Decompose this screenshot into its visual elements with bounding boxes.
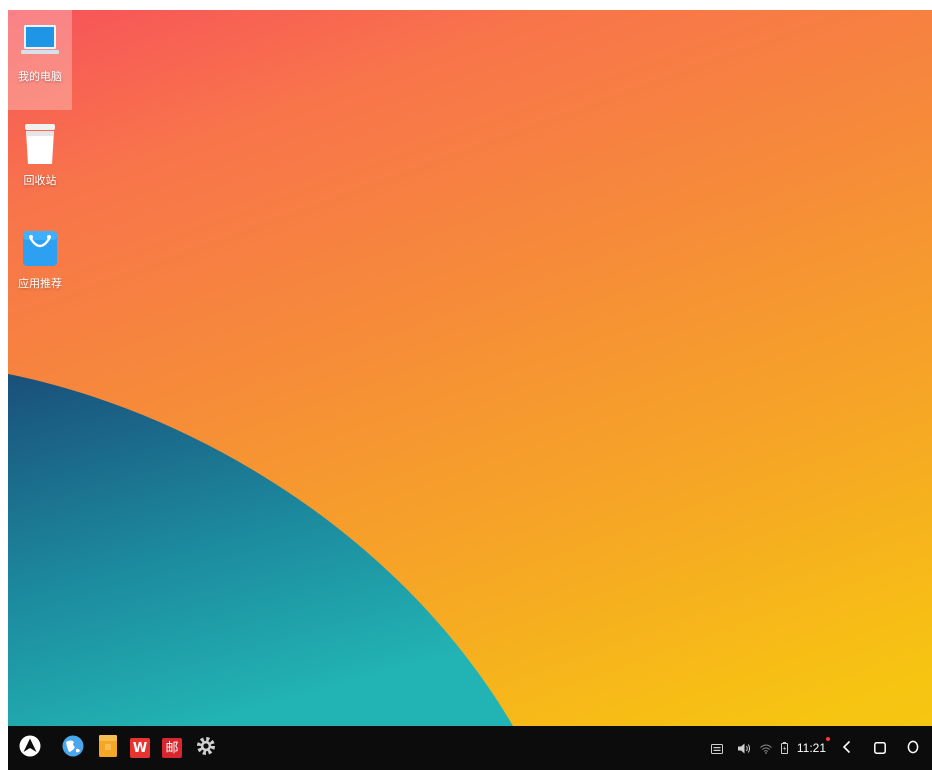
recents-circle-icon	[907, 739, 919, 758]
browser-globe-icon	[62, 735, 84, 761]
app-store-bag-icon	[20, 227, 60, 267]
file-manager-icon	[99, 735, 117, 761]
desktop-icon-label: 应用推荐	[18, 277, 62, 290]
settings-gear-icon	[195, 735, 217, 761]
desktop-screen: 我的电脑 回收站 应用推荐 W 邮 11:21	[8, 10, 932, 770]
home-square-icon	[874, 739, 886, 758]
back-chevron-icon	[842, 739, 852, 758]
home-button[interactable]	[865, 726, 895, 770]
computer-icon	[20, 20, 60, 60]
wallpaper-blue-wave	[8, 374, 513, 726]
mail-app-icon: 邮	[162, 738, 182, 758]
taskbar-app-files[interactable]	[92, 726, 124, 770]
wps-glyph: W	[132, 740, 148, 756]
desktop-icon-recycle-bin[interactable]: 回收站	[8, 114, 72, 214]
navigation-bar	[832, 726, 932, 770]
taskbar-app-browser[interactable]	[54, 726, 92, 770]
taskbar-app-wps[interactable]: W	[124, 726, 156, 770]
back-button[interactable]	[832, 726, 862, 770]
start-button[interactable]	[8, 726, 52, 770]
keyboard-icon[interactable]	[710, 739, 723, 758]
taskbar-app-settings[interactable]	[188, 726, 224, 770]
trash-icon	[20, 124, 60, 164]
start-menu-logo-icon	[19, 735, 41, 761]
battery-icon[interactable]	[780, 739, 788, 758]
desktop-icon-app-recommend[interactable]: 应用推荐	[8, 217, 72, 317]
taskbar: W 邮 11:21	[8, 726, 932, 770]
volume-icon[interactable]	[737, 739, 751, 758]
wps-office-icon: W	[130, 738, 150, 758]
notification-dot	[826, 737, 830, 741]
clock[interactable]: 11:21	[796, 737, 830, 755]
taskbar-app-mail[interactable]: 邮	[156, 726, 188, 770]
recents-button[interactable]	[898, 726, 928, 770]
system-tray: 11:21	[710, 726, 830, 770]
mail-glyph: 邮	[165, 740, 179, 756]
desktop-icon-label: 我的电脑	[18, 70, 62, 83]
clock-time: 11:21	[796, 741, 826, 755]
desktop-icon-my-computer[interactable]: 我的电脑	[8, 10, 72, 110]
desktop-icon-label: 回收站	[23, 174, 57, 187]
wifi-icon[interactable]	[760, 739, 772, 758]
